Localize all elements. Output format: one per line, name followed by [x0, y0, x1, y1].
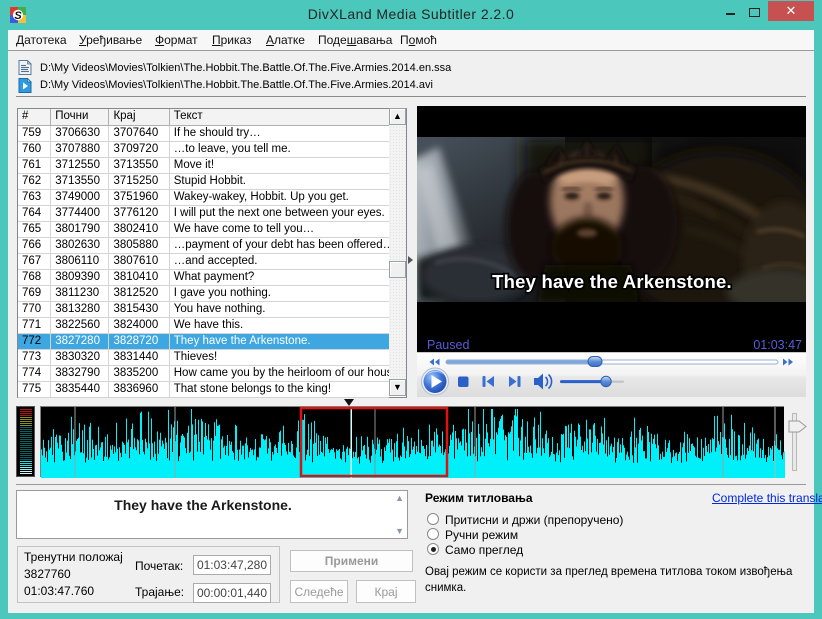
- svg-text:They have the Arkenstone.: They have the Arkenstone.: [492, 271, 732, 292]
